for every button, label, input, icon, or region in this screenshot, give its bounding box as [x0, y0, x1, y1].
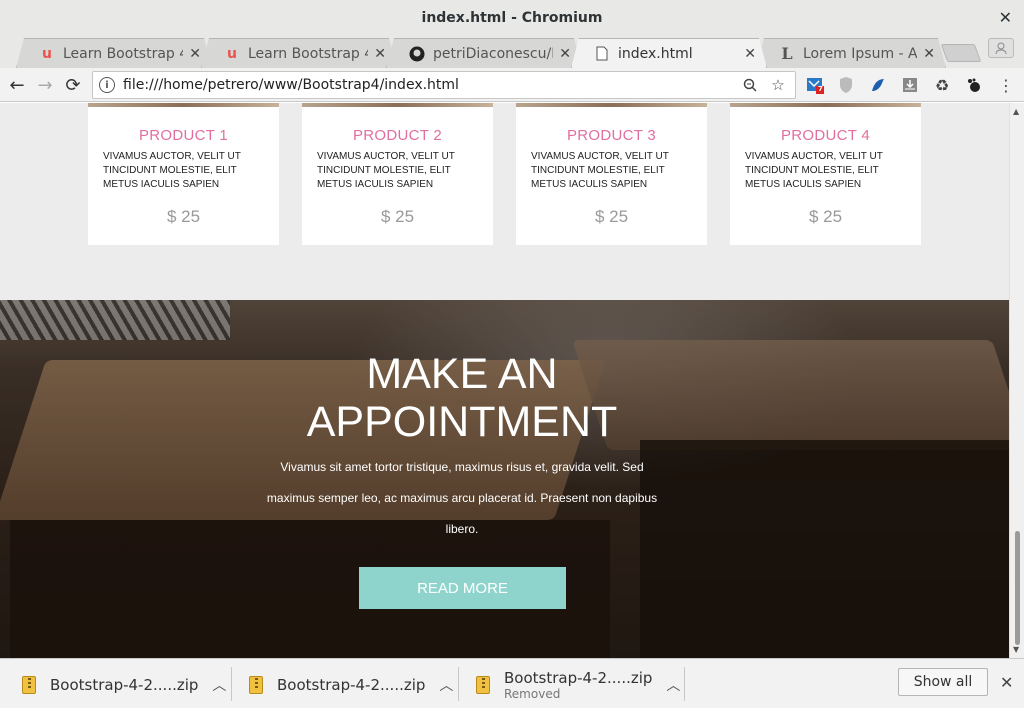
window-title: index.html - Chromium	[421, 10, 603, 26]
recycle-icon[interactable]: ♻	[932, 75, 952, 95]
tab-label: Learn Bootstrap 4	[63, 45, 184, 62]
download-name: Bootstrap-4-2.....zip	[277, 676, 426, 694]
address-bar[interactable]: i file:///home/petrero/www/Bootstrap4/in…	[92, 71, 796, 99]
download-status: Removed	[504, 687, 561, 701]
tab-lorem-ipsum[interactable]: L Lorem Ipsum - All ✕	[756, 38, 946, 68]
product-card[interactable]: PRODUCT 3 VIVAMUS AUCTOR, VELIT UT TINCI…	[516, 103, 707, 245]
tab-label: Learn Bootstrap 4	[248, 45, 369, 62]
product-description: VIVAMUS AUCTOR, VELIT UT TINCIDUNT MOLES…	[745, 151, 883, 190]
extension-badge: 7	[818, 85, 823, 93]
udemy-icon: u	[227, 45, 237, 62]
chevron-up-icon[interactable]: ︿	[439, 675, 453, 695]
download-item[interactable]: Bootstrap-4-2.....zip ︿	[22, 667, 226, 703]
scrollbar-thumb[interactable]	[1015, 531, 1020, 645]
product-price: $ 25	[166, 207, 201, 226]
page-scrollbar[interactable]: ▲ ▼	[1009, 103, 1024, 658]
github-icon	[409, 46, 425, 62]
product-description: VIVAMUS AUCTOR, VELIT UT TINCIDUNT MOLES…	[317, 151, 455, 190]
show-all-button[interactable]: Show all	[898, 668, 988, 696]
product-description: VIVAMUS AUCTOR, VELIT UT TINCIDUNT MOLES…	[103, 151, 241, 190]
product-image	[302, 103, 493, 107]
tab-strip: u Learn Bootstrap 4 ✕ u Learn Bootstrap …	[0, 36, 1024, 68]
product-description: VIVAMUS AUCTOR, VELIT UT TINCIDUNT MOLES…	[531, 151, 669, 190]
chevron-up-icon[interactable]: ︿	[212, 675, 226, 695]
profile-icon[interactable]	[988, 38, 1014, 58]
bird-extension-icon[interactable]	[868, 75, 888, 95]
tab-label: index.html	[618, 45, 693, 62]
site-info-icon[interactable]: i	[99, 77, 115, 93]
browser-toolbar: ← → ⟳ i file:///home/petrero/www/Bootstr…	[0, 68, 1024, 102]
tab-close-icon[interactable]: ✕	[189, 46, 201, 62]
download-item[interactable]: Bootstrap-4-2.....zip ︿	[249, 667, 453, 703]
product-image	[516, 103, 707, 107]
zip-file-icon	[249, 676, 263, 694]
download-item[interactable]: Bootstrap-4-2.....zip Removed ︿	[476, 667, 680, 703]
product-name: PRODUCT 1	[138, 127, 229, 144]
tab-close-icon[interactable]: ✕	[374, 46, 386, 62]
tab-learn-bootstrap-2[interactable]: u Learn Bootstrap 4 ✕	[201, 38, 397, 68]
bookmark-star-icon[interactable]: ☆	[767, 74, 789, 96]
udemy-icon: u	[42, 45, 52, 62]
product-name: PRODUCT 3	[566, 127, 657, 144]
download-name: Bootstrap-4-2.....zip	[504, 669, 653, 687]
product-name: PRODUCT 2	[352, 127, 443, 144]
chevron-up-icon[interactable]: ︿	[666, 675, 680, 695]
zoom-icon[interactable]	[739, 74, 761, 96]
product-image	[88, 103, 279, 107]
reload-icon[interactable]: ⟳	[62, 74, 84, 96]
tab-learn-bootstrap-1[interactable]: u Learn Bootstrap 4 ✕	[16, 38, 212, 68]
tab-close-icon[interactable]: ✕	[923, 46, 935, 62]
appointment-hero: MAKE AN APPOINTMENT Vivamus sit amet tor…	[0, 300, 1009, 658]
read-more-button[interactable]: READ MORE	[359, 567, 566, 609]
download-divider	[684, 667, 685, 701]
product-card[interactable]: PRODUCT 2 VIVAMUS AUCTOR, VELIT UT TINCI…	[302, 103, 493, 245]
window-titlebar: index.html - Chromium ✕	[0, 0, 1024, 36]
shield-icon[interactable]	[836, 75, 856, 95]
download-name: Bootstrap-4-2.....zip	[50, 676, 199, 694]
product-name: PRODUCT 4	[780, 127, 871, 144]
hero-title: MAKE AN APPOINTMENT	[306, 350, 618, 446]
scroll-up-icon[interactable]: ▲	[1013, 107, 1019, 116]
product-card[interactable]: PRODUCT 4 VIVAMUS AUCTOR, VELIT UT TINCI…	[730, 103, 921, 245]
product-image	[730, 103, 921, 107]
tab-label: petriDiaconescu/Bo	[433, 45, 552, 62]
window-close-icon[interactable]: ✕	[999, 8, 1012, 27]
zip-file-icon	[22, 676, 36, 694]
hero-text: Vivamus sit amet tortor tristique, maxim…	[266, 460, 658, 536]
product-card[interactable]: PRODUCT 1 VIVAMUS AUCTOR, VELIT UT TINCI…	[88, 103, 279, 245]
url-text[interactable]: file:///home/petrero/www/Bootstrap4/inde…	[123, 77, 739, 93]
product-price: $ 25	[808, 207, 843, 226]
back-icon[interactable]: ←	[6, 74, 28, 96]
gnome-icon[interactable]	[964, 75, 984, 95]
product-price: $ 25	[594, 207, 629, 226]
tab-label: Lorem Ipsum - All	[803, 45, 918, 62]
tab-close-icon[interactable]: ✕	[559, 46, 571, 62]
tab-index-html[interactable]: index.html ✕	[571, 38, 767, 68]
close-icon[interactable]: ✕	[1000, 673, 1013, 692]
download-divider	[231, 667, 232, 701]
extension-mail-icon[interactable]: 7	[805, 75, 825, 95]
scroll-down-icon[interactable]: ▼	[1013, 645, 1019, 654]
product-price: $ 25	[380, 207, 415, 226]
download-shelf: Bootstrap-4-2.....zip ︿ Bootstrap-4-2...…	[0, 658, 1024, 708]
page-viewport: PRODUCT 1 VIVAMUS AUCTOR, VELIT UT TINCI…	[0, 103, 1009, 658]
lorem-icon: L	[781, 44, 793, 63]
download-extension-icon[interactable]	[900, 75, 920, 95]
menu-icon[interactable]: ⋮	[996, 75, 1016, 95]
page-icon	[594, 46, 610, 62]
new-tab-button[interactable]	[940, 44, 982, 62]
zip-file-icon	[476, 676, 490, 694]
forward-icon[interactable]: →	[34, 74, 56, 96]
tab-close-icon[interactable]: ✕	[744, 46, 756, 62]
download-divider	[458, 667, 459, 701]
tab-github[interactable]: petriDiaconescu/Bo ✕	[386, 38, 582, 68]
